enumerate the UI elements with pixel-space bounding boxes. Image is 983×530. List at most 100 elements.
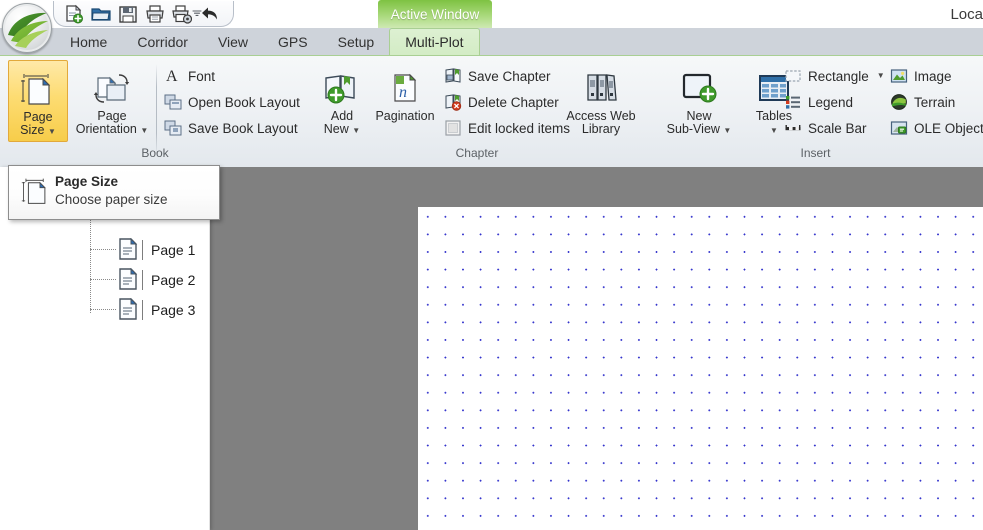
pagination-button[interactable]: n Pagination [368,60,442,142]
ribbon-group-insert: New Sub-View ▼ Tables ▼ Rectangle ▼ Lege… [650,58,983,164]
terrain-icon [890,93,908,111]
tooltip-page-size: Page Size Choose paper size [8,165,220,220]
new-subview-caret-icon[interactable]: ▼ [723,126,731,135]
ribbon-group-label-insert: Insert [800,146,831,160]
save-icon[interactable] [118,4,138,24]
save-chapter-button[interactable]: Save Chapter [444,63,551,89]
page-document-icon [118,297,141,323]
save-chapter-label: Save Chapter [468,68,551,84]
tree-item-page-2[interactable]: Page 2 [90,265,195,295]
delete-chapter-button[interactable]: Delete Chapter [444,89,559,115]
terrain-button[interactable]: Terrain [890,89,955,115]
svg-text:A: A [166,68,178,85]
legend-button[interactable]: Legend [784,89,853,115]
page-size-label-line1: Page [23,110,53,124]
access-web-library-button[interactable]: Access Web Library [560,60,642,142]
new-subview-label-line1: New [686,109,712,123]
new-subview-label-line2: Sub-View [666,122,720,136]
save-book-layout-icon [164,119,182,137]
access-web-library-label-line2: Library [581,122,621,136]
open-book-layout-button[interactable]: Open Book Layout [164,89,300,115]
page-size-label-line2: Size [20,123,45,137]
svg-text:n: n [399,84,407,101]
page-orientation-button[interactable]: Page Orientation ▼ [72,60,152,142]
edit-locked-items-checkbox[interactable] [444,119,462,137]
workspace: Page 1 Page 2 Page 3 [0,167,983,530]
pagination-label: Pagination [375,109,435,123]
tab-label: Multi-Plot [405,34,464,50]
tab-label: Corridor [137,33,188,50]
tab-multi-plot[interactable]: Multi-Plot [389,28,480,55]
scale-bar-button[interactable]: Scale Bar [784,115,867,141]
page-orientation-icon [92,60,132,106]
tab-label: View [217,33,249,50]
save-book-layout-label: Save Book Layout [188,120,298,136]
edit-locked-items-toggle[interactable]: Edit locked items [444,115,570,141]
access-web-library-label-line1: Access Web [566,109,636,123]
contextual-tab-active-window[interactable]: Active Window [378,0,492,28]
tab-label: Home [70,33,108,50]
quick-access-toolbar[interactable] [53,1,234,27]
contextual-tab-label: Active Window [390,6,480,22]
print-icon[interactable] [145,4,165,24]
tables-caret-icon[interactable]: ▼ [770,126,778,135]
save-chapter-icon [444,67,462,85]
rectangle-label: Rectangle [808,68,869,84]
tree-item-page-1[interactable]: Page 1 [90,235,195,265]
add-new-chapter-icon [322,60,362,106]
book-tree-panel[interactable]: Page 1 Page 2 Page 3 [0,167,210,530]
add-new-chapter-button[interactable]: Add New ▼ [314,60,370,142]
tooltip-description: Choose paper size [55,192,168,207]
quick-access-customize-button[interactable] [188,4,206,22]
rectangle-button[interactable]: Rectangle ▼ [784,63,885,89]
add-new-chapter-label-line1: Add [330,109,354,123]
ribbon-tab-strip: Home Corridor View GPS Setup Multi-Plot [0,28,983,55]
ribbon: Page Size ▼ Page Orientation ▼ A Font Op… [0,55,983,167]
tab-gps[interactable]: GPS [263,28,323,55]
terrain-label: Terrain [914,94,956,110]
window-title: Loca [950,0,983,28]
tab-home[interactable]: Home [55,28,122,55]
tree-item-page-3[interactable]: Page 3 [90,295,195,325]
rectangle-icon [784,67,802,85]
page-size-button[interactable]: Page Size ▼ [8,60,68,142]
access-web-library-icon [578,60,624,106]
window-title-text: Loca [950,5,983,23]
font-label: Font [188,68,216,84]
tree-item-label: Page 2 [151,272,196,288]
page-orientation-caret-icon[interactable]: ▼ [140,126,148,135]
plot-canvas[interactable] [418,207,983,530]
scale-bar-label: Scale Bar [808,120,867,136]
open-folder-icon[interactable] [91,4,111,24]
add-new-chapter-label-line2: New [323,122,349,136]
tab-view[interactable]: View [203,28,263,55]
ribbon-group-label-chapter: Chapter [455,146,499,160]
tab-setup[interactable]: Setup [323,28,390,55]
save-book-layout-button[interactable]: Save Book Layout [164,115,298,141]
ribbon-group-label-book: Book [141,146,169,160]
legend-label: Legend [808,94,854,110]
edit-locked-items-label: Edit locked items [468,120,571,136]
delete-chapter-label: Delete Chapter [468,94,559,110]
tree-connector-dash [90,279,116,281]
application-logo-icon[interactable] [2,3,52,53]
application-window: Loca Home Corridor View GPS Setup Multi-Plot … [0,0,983,530]
page-size-icon [21,61,55,107]
page-size-caret-icon[interactable]: ▼ [48,127,56,136]
page-size-icon [21,175,49,207]
ole-object-button[interactable]: OLE Object [890,115,983,141]
tab-label: GPS [278,33,308,50]
ole-object-label: OLE Object [914,120,983,136]
add-new-chapter-caret-icon[interactable]: ▼ [352,126,360,135]
ribbon-group-book: Page Size ▼ Page Orientation ▼ A Font Op… [4,58,306,164]
font-icon: A [164,67,182,85]
tab-corridor[interactable]: Corridor [122,28,203,55]
page-document-icon [118,237,141,263]
new-document-icon[interactable] [64,4,84,24]
rectangle-caret-icon[interactable]: ▼ [877,72,885,80]
font-button[interactable]: A Font [164,63,215,89]
new-subview-button[interactable]: New Sub-View ▼ [656,60,742,142]
image-button[interactable]: Image [890,63,952,89]
delete-chapter-icon [444,93,462,111]
tab-label: Setup [337,33,375,50]
